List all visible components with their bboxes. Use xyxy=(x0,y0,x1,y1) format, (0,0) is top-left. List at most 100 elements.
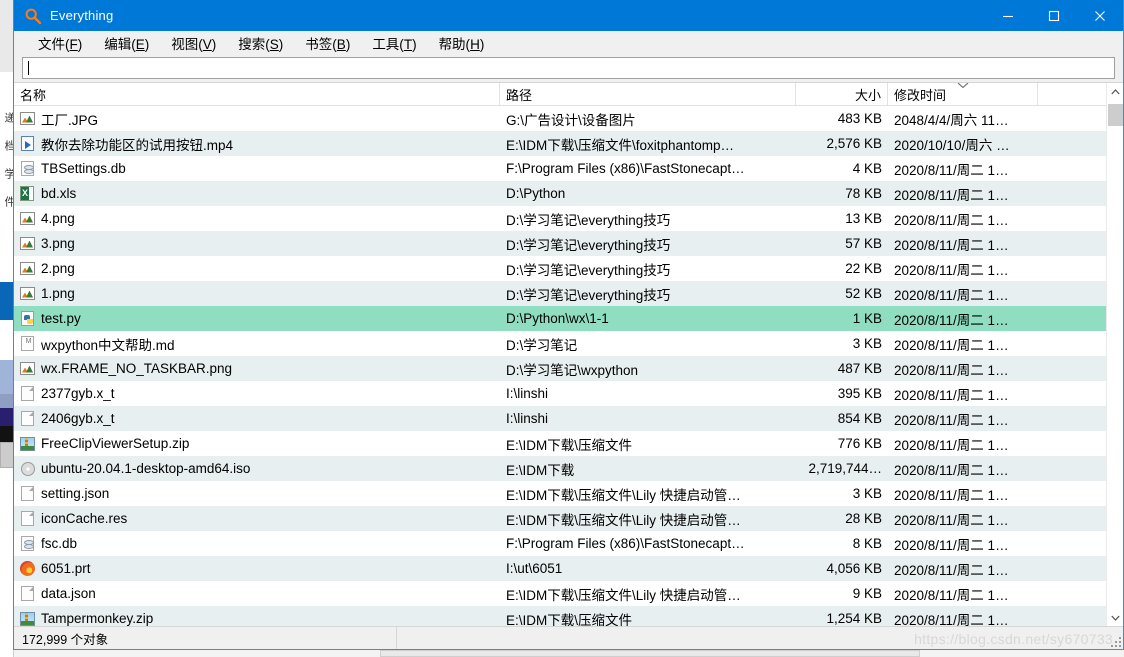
cell-name: Tampermonkey.zip xyxy=(14,606,500,626)
table-row[interactable]: 3.png D:\学习笔记\everything技巧 57 KB 2020/8/… xyxy=(14,231,1106,256)
table-row[interactable]: ubuntu-20.04.1-desktop-amd64.iso E:\IDM下… xyxy=(14,456,1106,481)
table-row[interactable]: 2406gyb.x_t I:\linshi 854 KB 2020/8/11/周… xyxy=(14,406,1106,431)
cell-date: 2020/8/11/周二 1… xyxy=(888,206,1038,231)
table-row[interactable]: bd.xls D:\Python 78 KB 2020/8/11/周二 1… xyxy=(14,181,1106,206)
file-name-label: Tampermonkey.zip xyxy=(41,611,153,626)
file-name-label: setting.json xyxy=(41,486,109,501)
database-file-icon xyxy=(20,536,36,552)
table-row[interactable]: wxpython中文帮助.md D:\学习笔记 3 KB 2020/8/11/周… xyxy=(14,331,1106,356)
menu-item-search-pre: 搜索( xyxy=(238,37,270,52)
watermark-text: https://blog.csdn.net/sy670733 xyxy=(914,631,1113,647)
column-header-size[interactable]: 大小 xyxy=(796,83,888,105)
file-name-label: iconCache.res xyxy=(41,511,127,526)
bg-window-c[interactable] xyxy=(0,282,14,320)
scroll-up-icon[interactable] xyxy=(1107,83,1124,100)
file-name-group: 2406gyb.x_t xyxy=(20,411,115,427)
table-row[interactable]: Tampermonkey.zip E:\IDM下载\压缩文件 1,254 KB … xyxy=(14,606,1106,626)
table-row[interactable]: wx.FRAME_NO_TASKBAR.png D:\学习笔记\wxpython… xyxy=(14,356,1106,381)
image-file-icon xyxy=(20,286,36,302)
image-file-icon xyxy=(20,236,36,252)
cell-name: 6051.prt xyxy=(14,556,500,581)
menu-item-view-post: ) xyxy=(212,37,217,52)
cell-date: 2020/8/11/周二 1… xyxy=(888,406,1038,431)
menu-item-edit[interactable]: 编辑(E) xyxy=(94,31,159,56)
menu-item-search[interactable]: 搜索(S) xyxy=(228,31,293,56)
scroll-down-icon[interactable] xyxy=(1107,609,1124,626)
cell-path: D:\学习笔记 xyxy=(500,331,796,356)
column-header-path[interactable]: 路径 xyxy=(500,83,796,105)
table-row[interactable]: setting.json E:\IDM下载\压缩文件\Lily 快捷启动管… 3… xyxy=(14,481,1106,506)
title-bar: Everything xyxy=(14,0,1123,31)
cell-name: 4.png xyxy=(14,206,500,231)
cell-date: 2020/8/11/周二 1… xyxy=(888,356,1038,381)
bg-window-e[interactable] xyxy=(0,360,14,394)
table-row[interactable]: 2377gyb.x_t I:\linshi 395 KB 2020/8/11/周… xyxy=(14,381,1106,406)
generic-file-icon xyxy=(20,486,36,502)
menu-item-help[interactable]: 帮助(H) xyxy=(429,31,495,56)
cell-size: 487 KB xyxy=(796,356,888,381)
table-row[interactable]: FreeClipViewerSetup.zip E:\IDM下载\压缩文件 77… xyxy=(14,431,1106,456)
file-name-label: wxpython中文帮助.md xyxy=(41,334,175,354)
column-header-date[interactable]: 修改时间 xyxy=(888,83,1038,105)
cell-name: fsc.db xyxy=(14,531,500,556)
cell-name: ubuntu-20.04.1-desktop-amd64.iso xyxy=(14,456,500,481)
scrollbar-track[interactable] xyxy=(1107,100,1124,609)
search-input[interactable] xyxy=(22,57,1115,79)
file-name-label: bd.xls xyxy=(41,186,76,201)
file-name-group: TBSettings.db xyxy=(20,161,126,177)
generic-file-icon xyxy=(20,511,36,527)
file-name-label: 3.png xyxy=(41,236,75,251)
table-row[interactable]: iconCache.res E:\IDM下载\压缩文件\Lily 快捷启动管… … xyxy=(14,506,1106,531)
cell-size: 9 KB xyxy=(796,581,888,606)
table-row[interactable]: 教你去除功能区的试用按钮.mp4 E:\IDM下载\压缩文件\foxitphan… xyxy=(14,131,1106,156)
generic-file-icon xyxy=(20,411,36,427)
bg-window-i[interactable] xyxy=(0,442,14,468)
column-header-name[interactable]: 名称 xyxy=(14,83,500,105)
bg-window-d[interactable] xyxy=(0,320,14,360)
object-count-label: 172,999 个对象 xyxy=(14,629,108,648)
cell-path: D:\学习笔记\wxpython xyxy=(500,356,796,381)
cell-name: 3.png xyxy=(14,231,500,256)
resize-grip[interactable] xyxy=(1110,636,1121,647)
table-row[interactable]: 4.png D:\学习笔记\everything技巧 13 KB 2020/8/… xyxy=(14,206,1106,231)
table-row[interactable]: 1.png D:\学习笔记\everything技巧 52 KB 2020/8/… xyxy=(14,281,1106,306)
table-row[interactable]: 2.png D:\学习笔记\everything技巧 22 KB 2020/8/… xyxy=(14,256,1106,281)
cell-name: setting.json xyxy=(14,481,500,506)
menu-item-bookmarks-pre: 书签( xyxy=(305,37,337,52)
table-row[interactable]: fsc.db F:\Program Files (x86)\FastStonec… xyxy=(14,531,1106,556)
menu-bar: 文件(F) 编辑(E) 视图(V) 搜索(S) 书签(B) 工具(T) 帮助(H… xyxy=(14,31,1123,55)
menu-item-tools[interactable]: 工具(T) xyxy=(362,31,426,56)
bg-window-h[interactable] xyxy=(0,426,14,442)
menu-item-bookmarks[interactable]: 书签(B) xyxy=(295,31,360,56)
magnifier-icon xyxy=(24,7,42,25)
table-row[interactable]: TBSettings.db F:\Program Files (x86)\Fas… xyxy=(14,156,1106,181)
table-row[interactable]: data.json E:\IDM下载\压缩文件\Lily 快捷启动管… 9 KB… xyxy=(14,581,1106,606)
menu-item-search-key: S xyxy=(270,37,279,52)
vertical-scrollbar[interactable] xyxy=(1106,83,1123,626)
table-row[interactable]: 工厂.JPG G:\广告设计\设备图片 483 KB 2048/4/4/周六 1… xyxy=(14,106,1106,131)
bg-window-a[interactable] xyxy=(0,0,14,72)
markdown-file-icon xyxy=(20,336,36,352)
bg-window-g[interactable] xyxy=(0,408,14,426)
background-taskbar[interactable] xyxy=(380,650,920,657)
cell-name: wxpython中文帮助.md xyxy=(14,331,500,356)
cell-size: 28 KB xyxy=(796,506,888,531)
bg-window-f[interactable] xyxy=(0,394,14,408)
close-button[interactable] xyxy=(1077,0,1123,31)
cell-date: 2020/8/11/周二 1… xyxy=(888,181,1038,206)
generic-file-icon xyxy=(20,386,36,402)
table-row[interactable]: 6051.prt I:\ut\6051 4,056 KB 2020/8/11/周… xyxy=(14,556,1106,581)
iso-file-icon xyxy=(20,461,36,477)
bg-window-j[interactable] xyxy=(0,468,14,657)
minimize-button[interactable] xyxy=(985,0,1031,31)
cell-size: 22 KB xyxy=(796,256,888,281)
scrollbar-thumb[interactable] xyxy=(1108,104,1123,126)
menu-item-file[interactable]: 文件(F) xyxy=(28,31,92,56)
image-file-icon xyxy=(20,111,36,127)
menu-item-view[interactable]: 视图(V) xyxy=(161,31,226,56)
maximize-button[interactable] xyxy=(1031,0,1077,31)
table-row-selected[interactable]: test.py D:\Python\wx\1-1 1 KB 2020/8/11/… xyxy=(14,306,1106,331)
cell-date: 2020/8/11/周二 1… xyxy=(888,456,1038,481)
menu-item-help-key: H xyxy=(470,37,480,52)
image-file-icon xyxy=(20,211,36,227)
